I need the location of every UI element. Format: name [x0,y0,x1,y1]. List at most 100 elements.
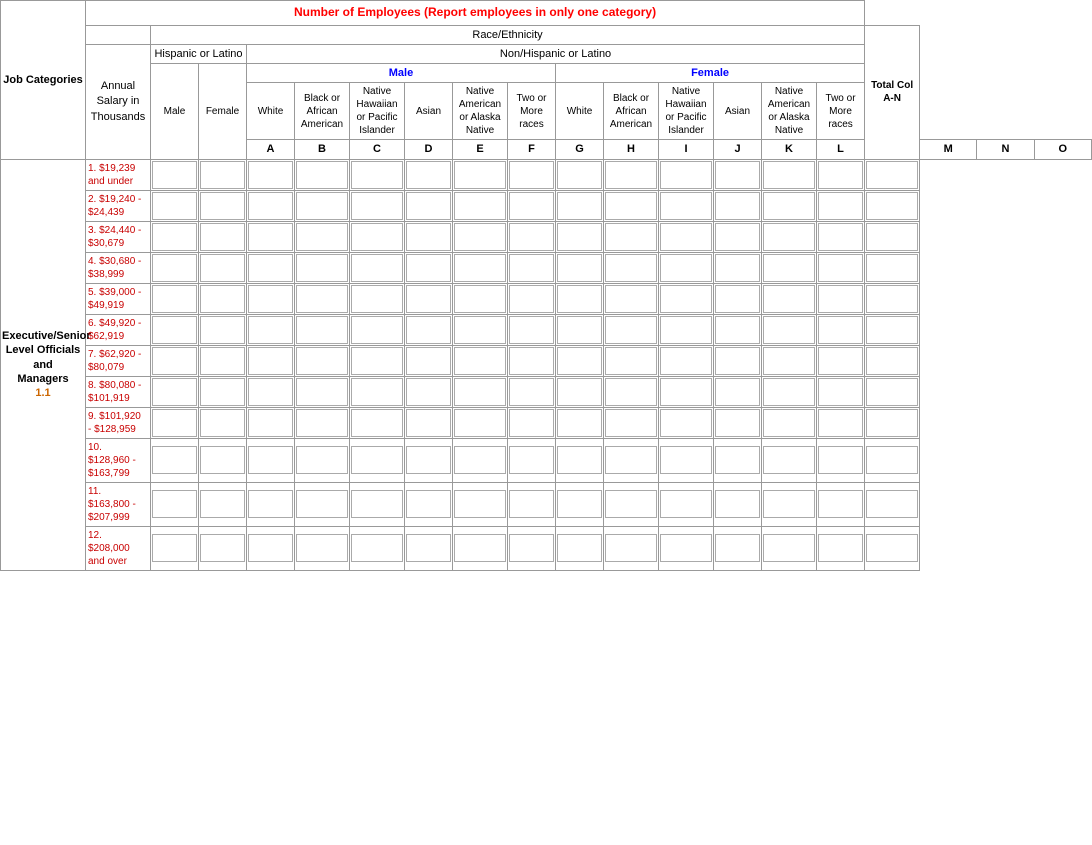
input-i3[interactable] [556,221,604,252]
input-n3[interactable] [817,221,865,252]
input-e1[interactable] [350,159,405,190]
input-k4[interactable] [659,252,714,283]
input-c9[interactable] [247,407,295,438]
input-n10[interactable] [817,438,865,482]
input-f4[interactable] [405,252,453,283]
input-n4[interactable] [817,252,865,283]
input-m1[interactable] [762,159,817,190]
input-n7[interactable] [817,345,865,376]
input-n5[interactable] [817,283,865,314]
input-g6[interactable] [453,314,508,345]
input-g4[interactable] [453,252,508,283]
input-l2[interactable] [714,190,762,221]
input-l7[interactable] [714,345,762,376]
input-l3[interactable] [714,221,762,252]
input-d10[interactable] [295,438,350,482]
input-k8[interactable] [659,376,714,407]
input-j1[interactable] [604,159,659,190]
input-d9[interactable] [295,407,350,438]
input-e6[interactable] [350,314,405,345]
input-h8[interactable] [508,376,556,407]
input-b9[interactable] [199,407,247,438]
input-o12[interactable] [865,526,920,570]
input-l11[interactable] [714,482,762,526]
input-o1[interactable] [865,159,920,190]
input-d5[interactable] [295,283,350,314]
input-i2[interactable] [556,190,604,221]
input-a6[interactable] [151,314,199,345]
input-g8[interactable] [453,376,508,407]
input-e8[interactable] [350,376,405,407]
input-d8[interactable] [295,376,350,407]
input-k10[interactable] [659,438,714,482]
input-h6[interactable] [508,314,556,345]
input-e5[interactable] [350,283,405,314]
input-n9[interactable] [817,407,865,438]
input-a11[interactable] [151,482,199,526]
input-o2[interactable] [865,190,920,221]
input-d3[interactable] [295,221,350,252]
input-i11[interactable] [556,482,604,526]
input-a2[interactable] [151,190,199,221]
input-m7[interactable] [762,345,817,376]
input-c7[interactable] [247,345,295,376]
input-o8[interactable] [865,376,920,407]
input-c5[interactable] [247,283,295,314]
input-d2[interactable] [295,190,350,221]
input-f8[interactable] [405,376,453,407]
input-b7[interactable] [199,345,247,376]
input-k5[interactable] [659,283,714,314]
input-j4[interactable] [604,252,659,283]
input-m12[interactable] [762,526,817,570]
input-a8[interactable] [151,376,199,407]
input-n2[interactable] [817,190,865,221]
input-k11[interactable] [659,482,714,526]
input-f5[interactable] [405,283,453,314]
input-e11[interactable] [350,482,405,526]
input-f3[interactable] [405,221,453,252]
input-g9[interactable] [453,407,508,438]
input-e7[interactable] [350,345,405,376]
input-e12[interactable] [350,526,405,570]
input-o11[interactable] [865,482,920,526]
input-n1[interactable] [817,159,865,190]
input-h5[interactable] [508,283,556,314]
input-b6[interactable] [199,314,247,345]
input-e2[interactable] [350,190,405,221]
input-c11[interactable] [247,482,295,526]
input-i9[interactable] [556,407,604,438]
input-b10[interactable] [199,438,247,482]
input-i8[interactable] [556,376,604,407]
input-j8[interactable] [604,376,659,407]
input-l10[interactable] [714,438,762,482]
input-l8[interactable] [714,376,762,407]
input-d7[interactable] [295,345,350,376]
input-g5[interactable] [453,283,508,314]
input-b8[interactable] [199,376,247,407]
input-k1[interactable] [659,159,714,190]
input-h3[interactable] [508,221,556,252]
input-f10[interactable] [405,438,453,482]
input-h10[interactable] [508,438,556,482]
input-c10[interactable] [247,438,295,482]
input-h2[interactable] [508,190,556,221]
input-o9[interactable] [865,407,920,438]
input-o5[interactable] [865,283,920,314]
input-l9[interactable] [714,407,762,438]
input-n12[interactable] [817,526,865,570]
input-f1[interactable] [405,159,453,190]
input-m10[interactable] [762,438,817,482]
input-j9[interactable] [604,407,659,438]
input-i5[interactable] [556,283,604,314]
input-a1[interactable] [151,159,199,190]
input-g1[interactable] [453,159,508,190]
input-c12[interactable] [247,526,295,570]
input-a7[interactable] [151,345,199,376]
input-j10[interactable] [604,438,659,482]
input-m2[interactable] [762,190,817,221]
input-d12[interactable] [295,526,350,570]
input-f7[interactable] [405,345,453,376]
input-l12[interactable] [714,526,762,570]
input-g3[interactable] [453,221,508,252]
input-o4[interactable] [865,252,920,283]
